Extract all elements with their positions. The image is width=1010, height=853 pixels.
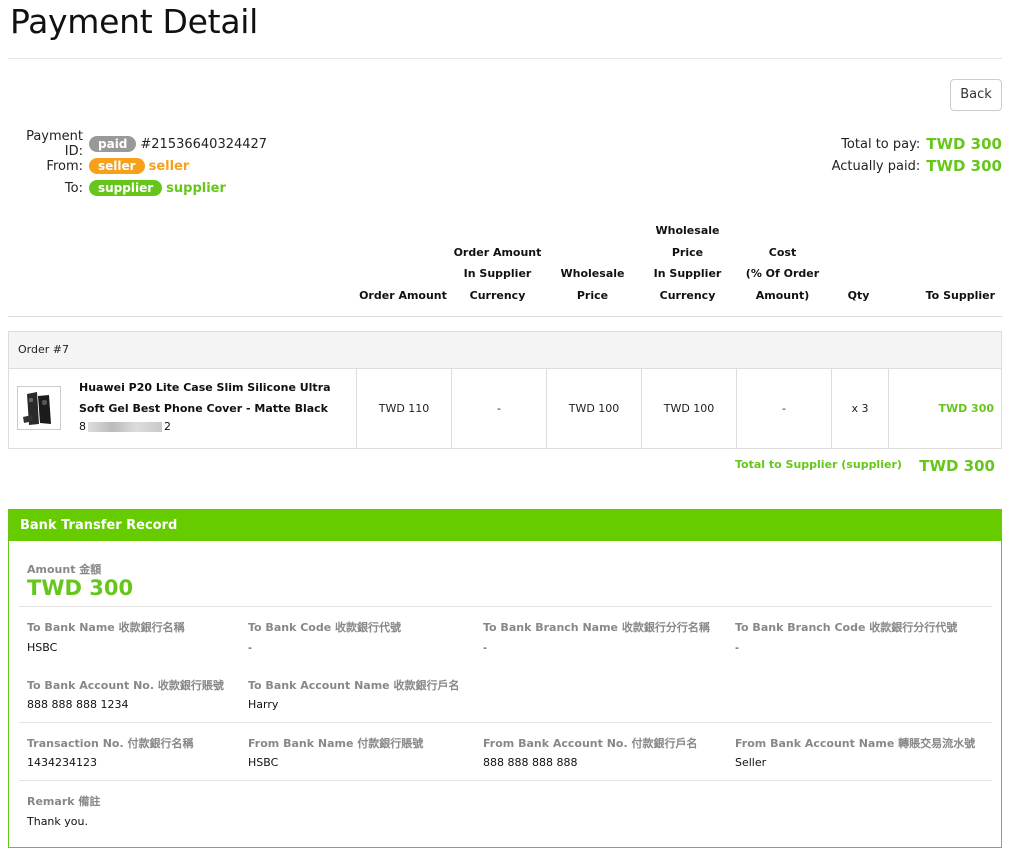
from-bank-name-value: HSBC — [248, 756, 279, 769]
from-account-name-label: From Bank Account Name 轉賬交易流水號 — [735, 737, 976, 750]
to-bank-code-value: - — [248, 641, 252, 654]
remark-value: Thank you. — [27, 815, 88, 828]
cell-cost: - — [736, 369, 831, 448]
cell-wholesale: TWD 100 — [546, 369, 641, 448]
to-branch-code-label: To Bank Branch Code 收款銀行分行代號 — [735, 621, 958, 634]
header-order-amount-supplier-currency: Order Amount In Supplier Currency — [453, 245, 542, 302]
to-bank-name-value: HSBC — [27, 641, 58, 654]
total-to-supplier-label: Total to Supplier (supplier) — [735, 458, 902, 471]
remark-label: Remark 備註 — [27, 795, 101, 808]
cell-to-supplier: TWD 300 — [888, 369, 1001, 448]
divider — [19, 780, 992, 781]
table-row: Huawei P20 Lite Case Slim Silicone Ultra… — [9, 369, 1001, 448]
phone-case-icon — [18, 387, 60, 429]
header-wholesale-supplier-currency: Wholesale Price In Supplier Currency — [653, 224, 722, 302]
header-qty: Qty — [847, 288, 870, 302]
order-card: Order #7 Huawei P20 Lite Case Slim Silic… — [8, 331, 1002, 449]
total-to-supplier-value: TWD 300 — [919, 457, 995, 475]
header-wholesale-price: Wholesale Price — [560, 267, 625, 302]
total-to-pay-label: Total to pay: — [841, 136, 921, 152]
to-account-name-label: To Bank Account Name 收款銀行戶名 — [248, 679, 460, 692]
to-branch-name-label: To Bank Branch Name 收款銀行分行名稱 — [483, 621, 710, 634]
from-row: From: seller seller — [8, 155, 267, 177]
payment-id-label: Payment ID: — [26, 129, 83, 159]
bank-transfer-title: Bank Transfer Record — [9, 510, 1001, 541]
header-to-supplier: To Supplier — [925, 288, 995, 302]
to-role-badge: supplier — [89, 180, 163, 196]
cell-order-amount-sc: - — [451, 369, 546, 448]
from-bank-name-label: From Bank Name 付款銀行賬號 — [248, 737, 424, 750]
header-cost: Cost (% Of Order Amount) — [745, 245, 820, 302]
title-divider — [8, 58, 1002, 59]
from-label: From: — [46, 158, 83, 174]
page-title: Payment Detail — [10, 2, 258, 41]
product-sku: 82 — [79, 420, 171, 433]
cell-qty: x 3 — [831, 369, 888, 448]
to-branch-name-value: - — [483, 641, 487, 654]
to-account-name-value: Harry — [248, 698, 279, 711]
to-branch-code-value: - — [735, 641, 739, 654]
payment-info: Payment ID: paid #21536640324427 From: s… — [8, 129, 268, 199]
to-row: To: supplier supplier — [8, 177, 267, 199]
payment-id-value: #21536640324427 — [140, 136, 268, 152]
total-to-pay-row: Total to pay: TWD 300 — [832, 133, 1002, 155]
from-account-name-value: Seller — [735, 756, 767, 769]
total-to-pay-value: TWD 300 — [926, 135, 1002, 153]
product-name[interactable]: Huawei P20 Lite Case Slim Silicone Ultra… — [79, 377, 359, 419]
to-name: supplier — [166, 180, 226, 196]
to-bank-code-label: To Bank Code 收款銀行代號 — [248, 621, 402, 634]
back-button[interactable]: Back — [950, 79, 1002, 111]
transaction-no-label: Transaction No. 付款銀行名稱 — [27, 737, 194, 750]
from-name: seller — [148, 158, 190, 174]
amount-label: Amount 金額 — [27, 563, 102, 576]
payment-detail-page: Payment Detail Back Payment ID: paid #21… — [0, 0, 1010, 853]
actually-paid-label: Actually paid: — [831, 158, 921, 174]
sku-redaction — [88, 422, 162, 432]
bank-transfer-record: Bank Transfer Record Amount 金額 TWD 300 T… — [8, 509, 1002, 848]
to-label: To: — [64, 180, 83, 196]
to-account-no-value: 888 888 888 1234 — [27, 698, 129, 711]
status-badge: paid — [89, 136, 137, 152]
order-table-header: Order Amount Order Amount In Supplier Cu… — [8, 222, 1002, 317]
from-account-no-label: From Bank Account No. 付款銀行戶名 — [483, 737, 698, 750]
from-account-no-value: 888 888 888 888 — [483, 756, 578, 769]
divider — [19, 606, 992, 607]
payment-id-row: Payment ID: paid #21536640324427 — [8, 129, 268, 159]
from-role-badge: seller — [89, 158, 145, 174]
to-account-no-label: To Bank Account No. 收款銀行賬號 — [27, 679, 224, 692]
header-order-amount: Order Amount — [359, 288, 447, 302]
cell-order-amount: TWD 110 — [356, 369, 451, 448]
cell-wholesale-sc: TWD 100 — [641, 369, 736, 448]
order-label: Order #7 — [9, 332, 1001, 369]
amount-value: TWD 300 — [27, 576, 134, 600]
product-thumbnail[interactable] — [17, 386, 61, 430]
payment-totals: Total to pay: TWD 300 Actually paid: TWD… — [832, 133, 1002, 177]
actually-paid-value: TWD 300 — [926, 157, 1002, 175]
actually-paid-row: Actually paid: TWD 300 — [832, 155, 1002, 177]
divider — [19, 722, 992, 723]
transaction-no-value: 1434234123 — [27, 756, 97, 769]
to-bank-name-label: To Bank Name 收款銀行名稱 — [27, 621, 185, 634]
